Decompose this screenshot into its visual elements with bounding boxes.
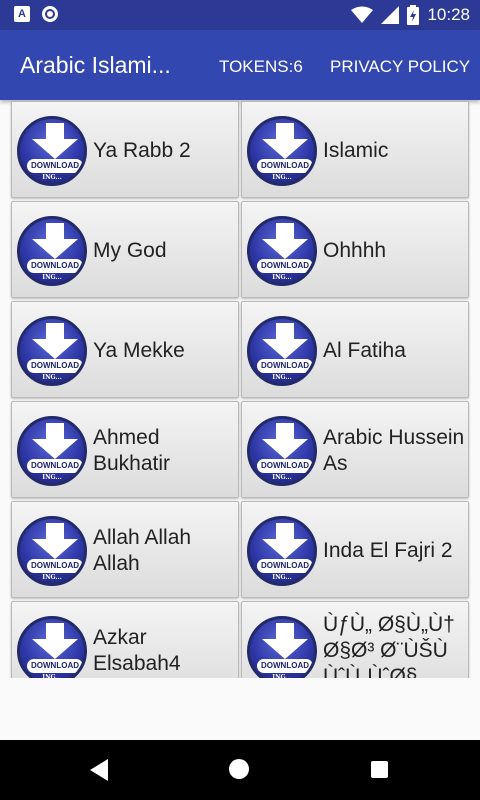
empty-area	[0, 678, 480, 740]
app-title: Arabic Islami...	[20, 52, 171, 78]
ringtone-tile[interactable]: DOWNLOAD ING... Ya Mekke	[11, 301, 239, 398]
ringtone-tile[interactable]: DOWNLOAD ING... My God	[11, 201, 239, 298]
ringtone-label: Ohhhh	[323, 238, 387, 262]
battery-icon	[407, 5, 420, 25]
download-icon: DOWNLOAD ING...	[247, 316, 317, 386]
sync-ring-icon	[42, 6, 58, 22]
download-icon: DOWNLOAD ING...	[17, 116, 87, 186]
ringtone-tile[interactable]: DOWNLOAD ING... Azkar Elsabah4	[11, 601, 239, 678]
download-icon: DOWNLOAD ING...	[17, 516, 87, 586]
download-icon: DOWNLOAD ING...	[17, 616, 87, 678]
ringtone-tile[interactable]: DOWNLOAD ING... Ahmed Bukhatir	[11, 401, 239, 498]
tokens-button[interactable]: TOKENS:6	[219, 57, 303, 77]
ringtone-label: ÙƒÙ„ Ø§Ù„Ù† Ø§Ø³ Ø¨ÙŠÙ ÙˆÙ„ÙˆØ§	[323, 613, 455, 678]
signal-icon	[381, 6, 400, 24]
download-icon: DOWNLOAD ING...	[17, 416, 87, 486]
download-icon: DOWNLOAD ING...	[17, 316, 87, 386]
ringtone-tile[interactable]: DOWNLOAD ING... Ya Rabb 2	[11, 101, 239, 198]
ringtone-label: Arabic Hussein As	[323, 425, 465, 475]
download-icon: DOWNLOAD ING...	[247, 216, 317, 286]
ringtone-label: My God	[93, 238, 167, 262]
wifi-icon	[351, 6, 374, 23]
ringtone-tile[interactable]: DOWNLOAD ING... Allah Allah Allah	[11, 501, 239, 598]
ringtone-label: Allah Allah Allah	[93, 525, 192, 575]
ringtone-tile[interactable]: DOWNLOAD ING... ÙƒÙ„ Ø§Ù„Ù† Ø§Ø³ Ø¨ÙŠÙ Ù…	[241, 601, 469, 678]
ringtone-tile[interactable]: DOWNLOAD ING... Arabic Hussein As	[241, 401, 469, 498]
back-icon[interactable]	[90, 759, 110, 781]
a-badge-icon: A	[14, 6, 30, 22]
ringtone-tile[interactable]: DOWNLOAD ING... Ohhhh	[241, 201, 469, 298]
ringtone-label: Al Fatiha	[323, 338, 406, 362]
download-icon: DOWNLOAD ING...	[247, 116, 317, 186]
ringtone-label: Azkar Elsabah4	[93, 625, 181, 675]
ringtone-tile[interactable]: DOWNLOAD ING... Inda El Fajri 2	[241, 501, 469, 598]
ringtone-label: Islamic	[323, 138, 389, 162]
download-icon: DOWNLOAD ING...	[247, 616, 317, 678]
download-icon: DOWNLOAD ING...	[247, 416, 317, 486]
ringtone-label: Inda El Fajri 2	[323, 538, 453, 562]
ringtone-label: Ya Rabb 2	[93, 138, 191, 162]
download-icon: DOWNLOAD ING...	[17, 216, 87, 286]
navigation-bar	[0, 740, 480, 800]
ringtone-label: Ya Mekke	[93, 338, 185, 362]
ringtone-label: Ahmed Bukhatir	[93, 425, 171, 475]
status-time: 10:28	[427, 5, 470, 24]
app-bar: Arabic Islami... TOKENS:6 PRIVACY POLICY	[0, 30, 480, 100]
ringtone-grid[interactable]: DOWNLOAD ING... Ya Rabb 2 DOWNLOAD ING..…	[0, 100, 480, 678]
ringtone-tile[interactable]: DOWNLOAD ING... Al Fatiha	[241, 301, 469, 398]
privacy-policy-button[interactable]: PRIVACY POLICY	[330, 57, 470, 77]
download-icon: DOWNLOAD ING...	[247, 516, 317, 586]
status-bar: A 10:28	[0, 0, 480, 30]
ringtone-tile[interactable]: DOWNLOAD ING... Islamic	[241, 101, 469, 198]
recents-icon[interactable]	[371, 761, 388, 778]
home-icon[interactable]	[229, 759, 249, 779]
